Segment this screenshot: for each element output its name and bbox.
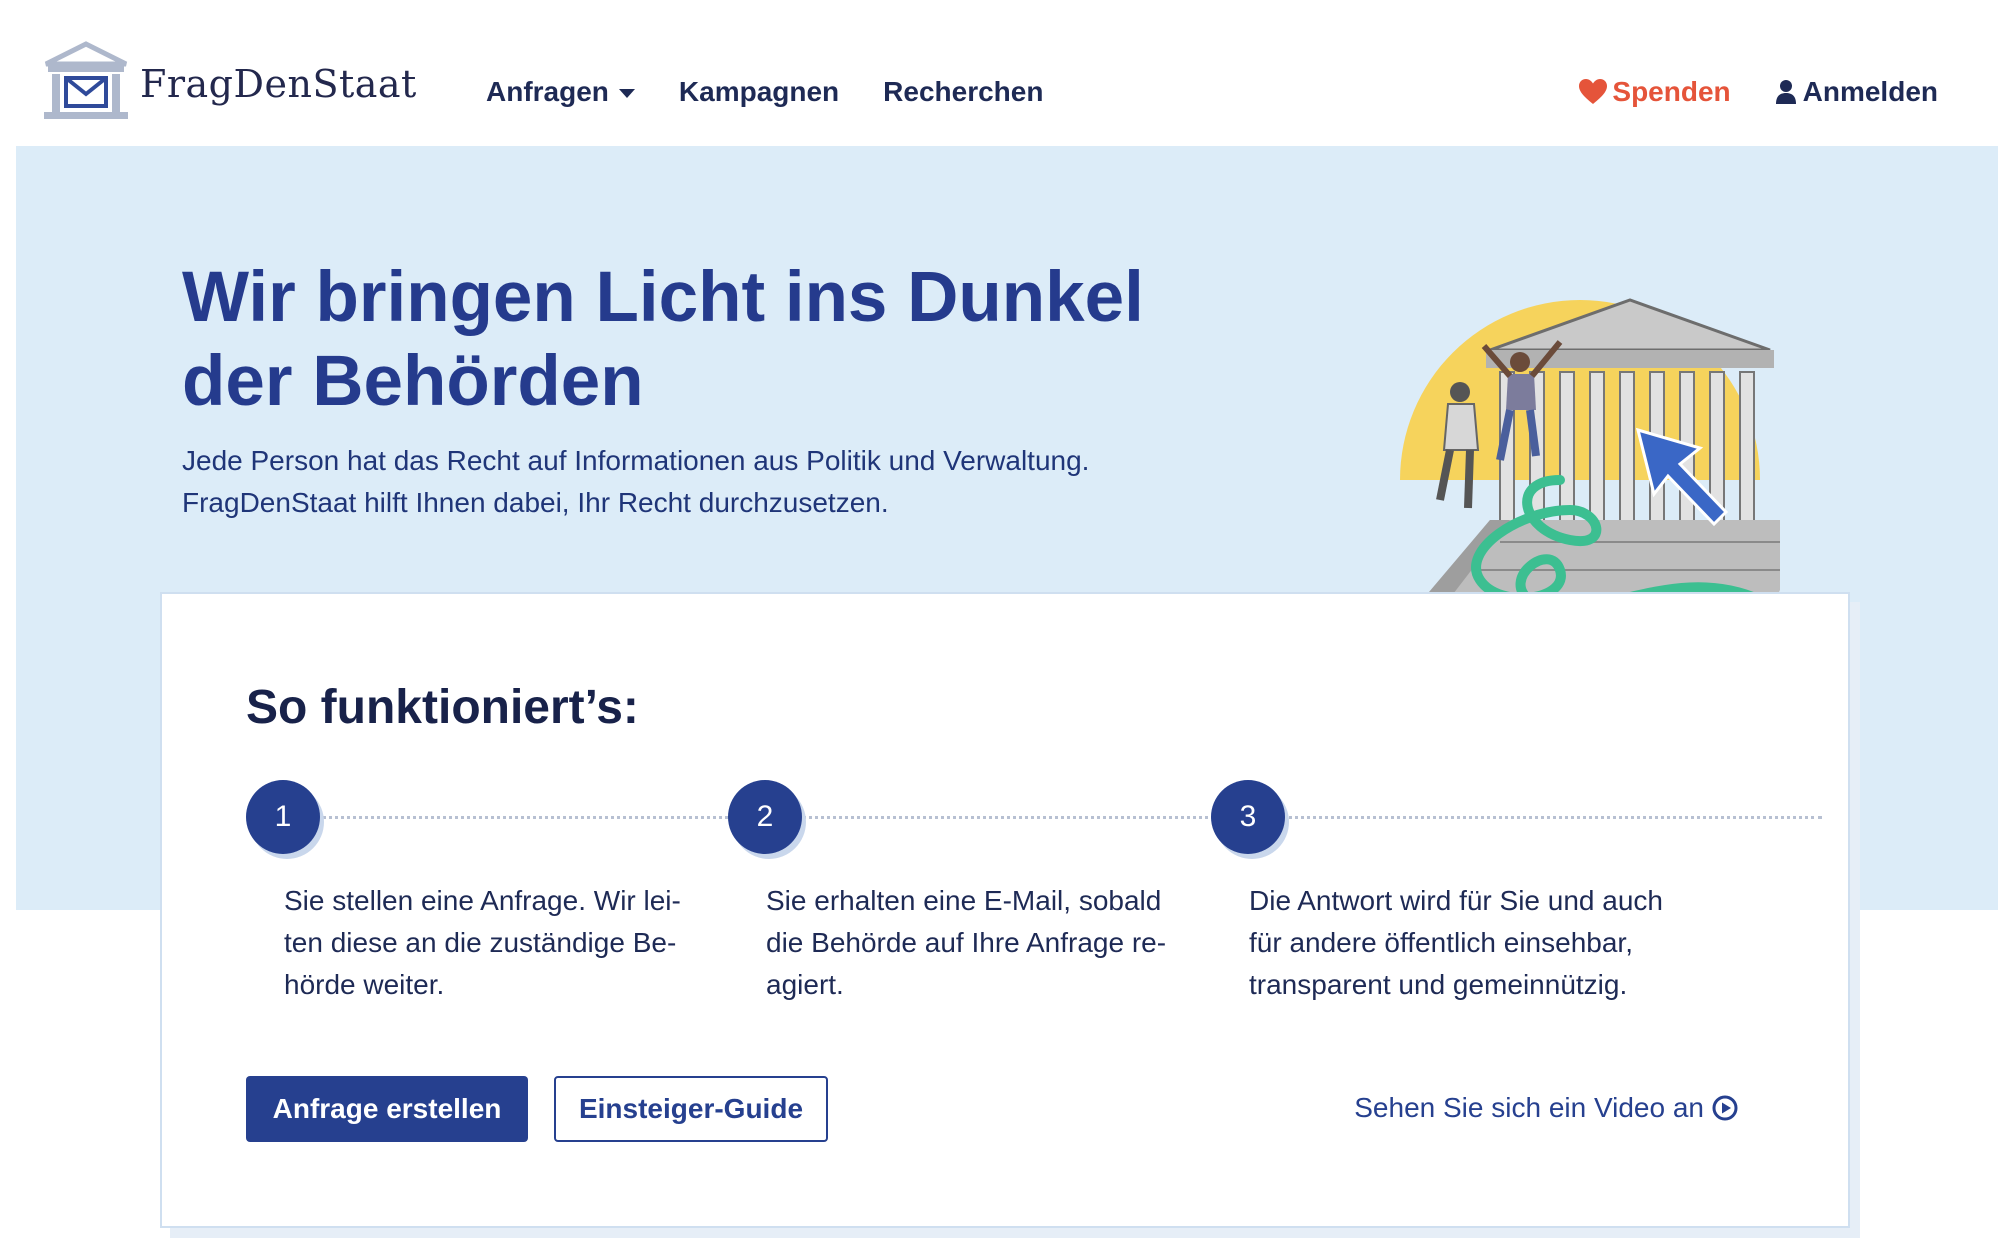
step-description: Sie stellen eine Anfrage. Wir lei- ten d… — [284, 880, 714, 1006]
nav-item-kampagnen[interactable]: Kampagnen — [679, 76, 839, 108]
logo-building-icon — [44, 41, 128, 119]
nav-item-label: Anfragen — [486, 76, 609, 107]
step-number-badge: 3 — [1211, 780, 1285, 854]
step-text-line: agiert. — [766, 969, 844, 1000]
nav-item-anfragen[interactable]: Anfragen — [486, 76, 635, 108]
step-text-line: Sie erhalten eine E-Mail, sobald — [766, 885, 1162, 916]
step-number-badge: 1 — [246, 780, 320, 854]
step-text-line: transparent und gemeinnützig. — [1249, 969, 1628, 1000]
donate-link[interactable]: Spenden — [1578, 76, 1731, 108]
site-logo[interactable]: FragDenStaat — [40, 40, 417, 120]
header-actions: Spenden Anmelden — [1578, 76, 1938, 108]
login-link[interactable]: Anmelden — [1775, 76, 1938, 108]
step-text-line: Die Antwort wird für Sie und auch — [1249, 885, 1663, 916]
step-number-badge: 2 — [728, 780, 802, 854]
hero-title-line: der Behörden — [182, 342, 644, 421]
how-it-works-title: So funktioniert’s: — [246, 681, 639, 734]
step-text-line: hörde weiter. — [284, 969, 445, 1000]
chevron-down-icon — [618, 88, 635, 98]
donate-label: Spenden — [1612, 76, 1731, 107]
hero-subtitle: Jede Person hat das Recht auf Informatio… — [182, 440, 1182, 524]
main-nav: Anfragen Kampagnen Recherchen — [486, 76, 1043, 108]
steps-connector — [262, 816, 1822, 819]
watch-video-link[interactable]: Sehen Sie sich ein Video an — [1354, 1092, 1738, 1124]
play-circle-icon — [1712, 1095, 1738, 1121]
beginner-guide-button[interactable]: Einsteiger-Guide — [554, 1076, 828, 1142]
step-description: Sie erhalten eine E-Mail, sobald die Beh… — [766, 880, 1196, 1006]
step-text-line: die Behörde auf Ihre Anfrage re- — [766, 927, 1167, 958]
hero-subtitle-line: Jede Person hat das Recht auf Informatio… — [182, 445, 1090, 476]
logo-text: FragDenStaat — [140, 62, 417, 106]
create-request-button[interactable]: Anfrage erstellen — [246, 1076, 528, 1142]
nav-item-label: Recherchen — [883, 76, 1044, 107]
step-text-line: Sie stellen eine Anfrage. Wir lei- — [284, 885, 681, 916]
user-icon — [1775, 80, 1796, 104]
hero-subtitle-line: FragDenStaat hilft Ihnen dabei, Ihr Rech… — [182, 487, 889, 518]
video-link-label: Sehen Sie sich ein Video an — [1354, 1092, 1704, 1123]
step-text-line: für andere öffentlich einsehbar, — [1249, 927, 1633, 958]
login-label: Anmelden — [1802, 76, 1938, 107]
nav-item-recherchen[interactable]: Recherchen — [883, 76, 1043, 108]
site-header: FragDenStaat Anfragen Kampagnen Recherch… — [0, 0, 2008, 146]
nav-item-label: Kampagnen — [678, 76, 840, 107]
hero-title: Wir bringen Licht ins Dunkel der Behörde… — [182, 256, 1282, 424]
heart-icon — [1579, 79, 1608, 104]
hero-title-line: Wir bringen Licht ins Dunkel — [182, 258, 1144, 337]
how-it-works-card: So funktioniert’s: 1 2 3 Sie stellen ein… — [160, 592, 1850, 1228]
step-text-line: ten diese an die zuständige Be- — [284, 927, 677, 958]
step-description: Die Antwort wird für Sie und auch für an… — [1249, 880, 1679, 1006]
